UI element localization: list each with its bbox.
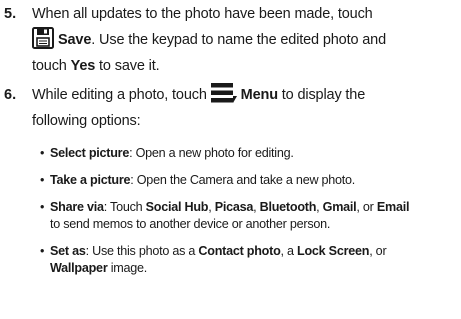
share-option-social-hub: Social Hub <box>145 200 209 214</box>
bullet-dot: • <box>40 173 45 187</box>
step-number-5: 5. <box>4 6 17 22</box>
list-item-line-1: • Set as: Use this photo as a Contact pho… <box>40 243 461 260</box>
option-term: Take a picture <box>50 173 131 187</box>
separator: , or <box>356 200 377 214</box>
bullet-dot: • <box>40 244 45 258</box>
separator: , a <box>280 244 298 258</box>
list-item-line-2: to send memos to another device or anoth… <box>50 217 331 231</box>
step-5: When all updates to the photo have been … <box>32 1 461 79</box>
step-5-line-3-pre: touch <box>32 58 71 74</box>
bullet-dot: • <box>40 146 45 160</box>
options-list: • Select picture: Open a new photo for ed… <box>40 145 461 287</box>
step-5-line-3: touch Yes to save it. <box>32 53 461 79</box>
option-term: Set as <box>50 244 86 258</box>
option-text: : Open a new photo for editing. <box>129 146 294 160</box>
step-number-6: 6. <box>4 87 17 103</box>
option-text: : Touch <box>103 200 146 214</box>
option-term: Share via <box>50 200 104 214</box>
set-as-wallpaper: Wallpaper <box>50 261 108 275</box>
share-option-email: Email <box>376 200 410 214</box>
set-as-contact-photo: Contact photo <box>198 244 281 258</box>
set-as-lock-screen: Lock Screen <box>297 244 370 258</box>
step-6-line-1-pre: While editing a photo, touch <box>32 87 211 103</box>
list-item-line-2: Wallpaper image. <box>40 260 461 277</box>
save-icon <box>32 27 54 49</box>
menu-icon <box>210 83 237 103</box>
step-6-line-2: following options: <box>32 113 141 129</box>
list-item: • Select picture: Open a new photo for ed… <box>40 145 461 162</box>
step-5-line-1: When all updates to the photo have been … <box>32 6 373 22</box>
list-item: • Set as: Use this photo as a Contact pho… <box>40 243 461 277</box>
manual-page: { "step5": { "number": "5.", "line1": "W… <box>0 0 461 319</box>
option-text: : Open the Camera and take a new photo. <box>130 173 356 187</box>
list-item: • Share via: Touch Social Hub, Picasa, Bl… <box>40 199 461 233</box>
option-text-tail: image. <box>107 261 148 275</box>
option-text: : Use this photo as a <box>85 244 199 258</box>
step-5-line-2: Save. Use the keypad to name the edited … <box>32 27 461 53</box>
list-item-line-1: • Share via: Touch Social Hub, Picasa, Bl… <box>40 199 461 216</box>
step-6-line-1-post: to display the <box>277 87 366 103</box>
yes-label: Yes <box>70 58 96 74</box>
save-label: Save <box>58 32 92 48</box>
step-6-line-1: While editing a photo, touch Menu to dis… <box>32 82 461 108</box>
share-option-gmail: Gmail <box>322 200 357 214</box>
menu-label: Menu <box>240 87 278 103</box>
separator: , or <box>369 244 387 258</box>
option-term: Select picture <box>50 146 130 160</box>
bullet-dot: • <box>40 200 45 214</box>
share-option-bluetooth: Bluetooth <box>259 200 317 214</box>
step-5-line-3-post: to save it. <box>95 58 160 74</box>
list-item: • Take a picture: Open the Camera and tak… <box>40 172 461 189</box>
share-option-picasa: Picasa <box>214 200 254 214</box>
step-6: While editing a photo, touch Menu to dis… <box>32 82 461 134</box>
step-5-line-2-rest: . Use the keypad to name the edited phot… <box>91 32 387 48</box>
